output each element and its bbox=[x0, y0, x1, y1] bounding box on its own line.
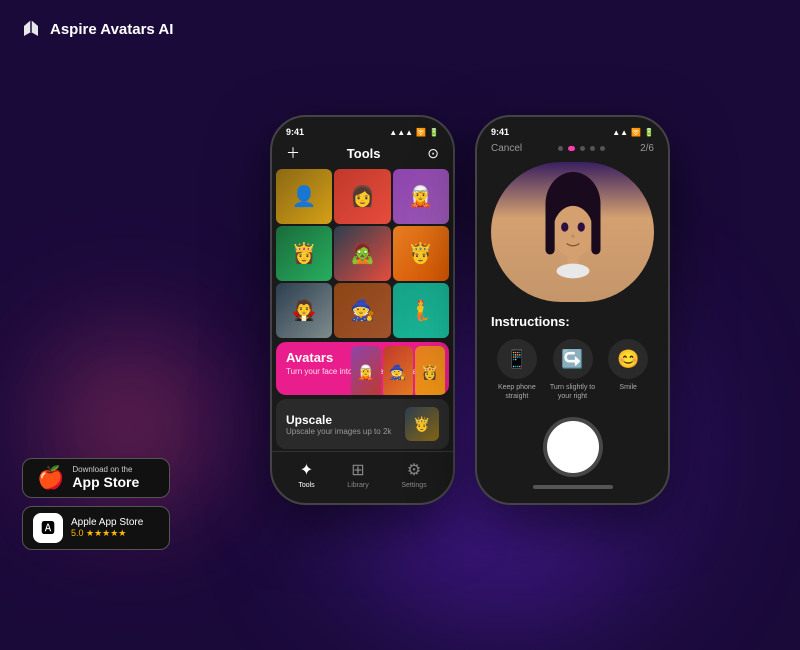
instruction-items: 📱 Keep phone straight ↪️ Turn slightly t… bbox=[491, 339, 654, 401]
phones-area: 9:41 ▲▲▲ 🛜 🔋 ＋ Tools ⊙ 👤 👩 🧝 👸 🧟 🤴 🧛 🧙 🧜 bbox=[160, 40, 780, 580]
header: Aspire Avatars AI bbox=[20, 18, 173, 40]
camera-button[interactable]: ⊙ bbox=[427, 145, 439, 162]
app-title: Aspire Avatars AI bbox=[50, 21, 173, 38]
phone2-wifi-icon: 🛜 bbox=[631, 128, 641, 137]
status-icons: ▲▲▲ 🛜 🔋 bbox=[389, 128, 439, 137]
app-store-download-badge[interactable]: 🍎 Download on the App Store bbox=[22, 458, 170, 498]
phone1-time: 9:41 bbox=[286, 127, 304, 137]
nav-tools-label: Tools bbox=[298, 482, 314, 489]
phone2-home-indicator bbox=[533, 485, 613, 489]
avatar-cell-2: 👩 bbox=[334, 169, 390, 224]
shutter-button[interactable] bbox=[547, 421, 599, 473]
avatar-cell-9: 🧜 bbox=[393, 283, 449, 338]
wifi-icon: 🛜 bbox=[416, 128, 426, 137]
badge-big-text: App Store bbox=[72, 474, 139, 491]
upscale-info: Upscale Upscale your images up to 2k bbox=[286, 413, 391, 436]
banner-img-2: 🧙 bbox=[383, 346, 413, 395]
tools-nav-icon: ✦ bbox=[300, 460, 313, 480]
upscale-row[interactable]: Upscale Upscale your images up to 2k 🤴 bbox=[276, 399, 449, 449]
instruction-2-icon: ↪️ bbox=[553, 339, 593, 379]
phone2-notch bbox=[543, 125, 603, 131]
face-svg bbox=[533, 172, 613, 282]
add-button[interactable]: ＋ bbox=[286, 143, 300, 163]
signal-icon: ▲▲▲ bbox=[389, 128, 413, 137]
cancel-button[interactable]: Cancel bbox=[491, 143, 522, 154]
nav-settings[interactable]: ⚙ Settings bbox=[401, 460, 426, 489]
instruction-1-icon: 📱 bbox=[497, 339, 537, 379]
phone2-battery-icon: 🔋 bbox=[644, 128, 654, 137]
instruction-3-icon: 😊 bbox=[608, 339, 648, 379]
banner-img-1: 🧝 bbox=[351, 346, 381, 395]
avatar-cell-5: 🧟 bbox=[334, 226, 390, 281]
badge-small-text: Download on the bbox=[72, 465, 139, 475]
phone1-tools: 9:41 ▲▲▲ 🛜 🔋 ＋ Tools ⊙ 👤 👩 🧝 👸 🧟 🤴 🧛 🧙 🧜 bbox=[270, 115, 455, 505]
phone2-time: 9:41 bbox=[491, 127, 509, 137]
nav-tools[interactable]: ✦ Tools bbox=[298, 460, 314, 489]
camera-view bbox=[491, 162, 654, 302]
dot-1 bbox=[558, 146, 563, 151]
nav-library-label: Library bbox=[347, 482, 368, 489]
face-placeholder bbox=[491, 162, 654, 302]
settings-nav-icon: ⚙ bbox=[407, 460, 421, 480]
instruction-2-label: Turn slightly to your right bbox=[547, 383, 599, 401]
avatar-cell-7: 🧛 bbox=[276, 283, 332, 338]
phone2-signal-icon: ▲▲ bbox=[612, 128, 628, 137]
instruction-1-label: Keep phone straight bbox=[491, 383, 543, 401]
badge-rating-info: Apple App Store 5.0 ★★★★★ bbox=[71, 517, 143, 539]
banner-img-3: 👸 bbox=[415, 346, 445, 395]
dot-2-active bbox=[568, 146, 575, 151]
app-icon-small: 🅰 bbox=[33, 513, 63, 543]
avatar-cell-4: 👸 bbox=[276, 226, 332, 281]
avatar-grid: 👤 👩 🧝 👸 🧟 🤴 🧛 🧙 🧜 bbox=[276, 169, 449, 338]
camera-shutter-area bbox=[477, 409, 668, 479]
instruction-3: 😊 Smile bbox=[602, 339, 654, 401]
avatar-cell-3: 🧝 bbox=[393, 169, 449, 224]
avatar-cell-8: 🧙 bbox=[334, 283, 390, 338]
store-name: Apple App Store bbox=[71, 517, 143, 528]
upscale-image: 🤴 bbox=[405, 407, 439, 441]
app-logo-icon bbox=[20, 18, 42, 40]
instruction-1: 📱 Keep phone straight bbox=[491, 339, 543, 401]
rating-stars: 5.0 ★★★★★ bbox=[71, 528, 143, 539]
instructions-section: Instructions: 📱 Keep phone straight ↪️ T… bbox=[477, 302, 668, 409]
avatar-cell-1: 👤 bbox=[276, 169, 332, 224]
phone1-notch bbox=[333, 125, 393, 131]
phone1-title: Tools bbox=[300, 146, 427, 161]
phone1-bottom-nav: ✦ Tools ⊞ Library ⚙ Settings bbox=[272, 451, 453, 503]
apple-icon: 🍎 bbox=[37, 467, 64, 489]
upscale-title: Upscale bbox=[286, 413, 391, 427]
library-nav-icon: ⊞ bbox=[351, 460, 364, 480]
instruction-2: ↪️ Turn slightly to your right bbox=[547, 339, 599, 401]
battery-icon: 🔋 bbox=[429, 128, 439, 137]
phone2-topbar: Cancel 2/6 bbox=[477, 141, 668, 162]
instruction-3-label: Smile bbox=[619, 383, 637, 392]
dot-5 bbox=[600, 146, 605, 151]
avatars-banner[interactable]: Avatars Turn your face into AI-powered a… bbox=[276, 342, 449, 395]
instructions-title: Instructions: bbox=[491, 314, 654, 329]
upscale-sub: Upscale your images up to 2k bbox=[286, 427, 391, 436]
app-store-rating-badge[interactable]: 🅰 Apple App Store 5.0 ★★★★★ bbox=[22, 506, 170, 550]
step-counter: 2/6 bbox=[640, 143, 654, 154]
dot-4 bbox=[590, 146, 595, 151]
nav-library[interactable]: ⊞ Library bbox=[347, 460, 368, 489]
avatar-cell-6: 🤴 bbox=[393, 226, 449, 281]
phone1-toolbar: ＋ Tools ⊙ bbox=[272, 141, 453, 169]
progress-dots bbox=[558, 146, 605, 151]
phone2-camera: 9:41 ▲▲ 🛜 🔋 Cancel 2/6 bbox=[475, 115, 670, 505]
badges-area: 🍎 Download on the App Store 🅰 Apple App … bbox=[22, 458, 170, 550]
phone2-status-icons: ▲▲ 🛜 🔋 bbox=[612, 128, 654, 137]
banner-imgs: 🧝 🧙 👸 bbox=[351, 346, 445, 395]
dot-3 bbox=[580, 146, 585, 151]
nav-settings-label: Settings bbox=[401, 482, 426, 489]
